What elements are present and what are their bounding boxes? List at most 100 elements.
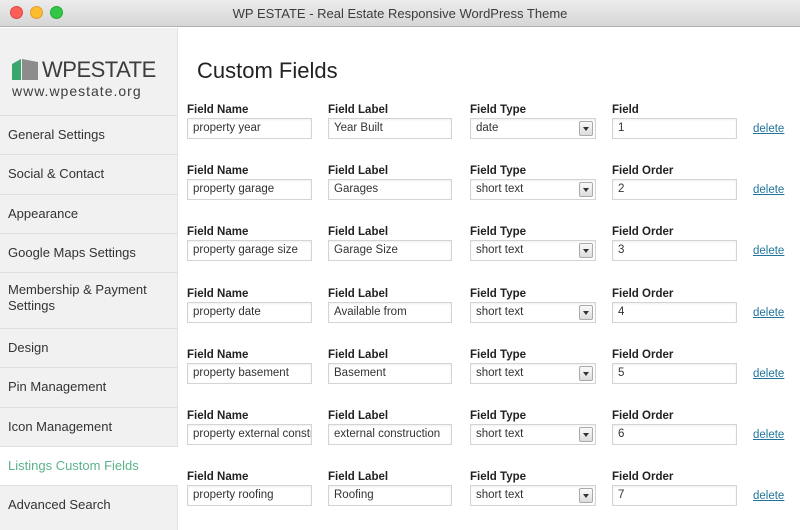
field-label-label: Field Label xyxy=(328,471,389,483)
field-type-value: date xyxy=(476,122,499,134)
delete-link[interactable]: delete xyxy=(753,490,784,502)
field-order-input[interactable]: 1 xyxy=(612,118,737,139)
sidebar-item-general-settings[interactable]: General Settings xyxy=(0,115,178,154)
field-order-input[interactable]: 5 xyxy=(612,363,737,384)
sidebar-item-listings-custom-fields[interactable]: Listings Custom Fields xyxy=(0,446,178,486)
field-order-label: Field xyxy=(612,104,639,116)
field-name-label: Field Name xyxy=(187,410,249,422)
logo: WPESTATE www.wpestate.org xyxy=(12,56,172,106)
sidebar-item-design[interactable]: Design xyxy=(0,328,178,367)
field-order-input[interactable]: 4 xyxy=(612,302,737,323)
sidebar-item-social-contact[interactable]: Social & Contact xyxy=(0,154,178,193)
field-name-input[interactable]: property external constr xyxy=(187,424,312,445)
field-type-value: short text xyxy=(476,306,524,318)
field-type-value: short text xyxy=(476,367,524,379)
field-label-label: Field Label xyxy=(328,288,389,300)
logo-icon xyxy=(12,59,38,80)
field-order-input[interactable]: 3 xyxy=(612,240,737,261)
field-type-label: Field Type xyxy=(470,104,527,116)
field-name-input[interactable]: property year xyxy=(187,118,312,139)
field-order-input[interactable]: 7 xyxy=(612,485,737,506)
field-name-input[interactable]: property roofing xyxy=(187,485,312,506)
field-type-value: short text xyxy=(476,489,524,501)
sidebar-item-advanced-search[interactable]: Advanced Search xyxy=(0,485,178,524)
field-label-input[interactable]: Basement xyxy=(328,363,452,384)
field-name-input[interactable]: property basement xyxy=(187,363,312,384)
sidebar-item-appearance[interactable]: Appearance xyxy=(0,193,178,233)
field-order-input[interactable]: 6 xyxy=(612,424,737,445)
main-content: Custom Fields Field Name Field Label Fie… xyxy=(179,28,800,530)
field-label-input[interactable]: Garage Size xyxy=(328,240,452,261)
field-type-value: short text xyxy=(476,183,524,195)
field-type-value: short text xyxy=(476,244,524,256)
field-row: Field Name Field Label Field Type Field … xyxy=(187,226,797,278)
field-order-label: Field Order xyxy=(612,471,674,483)
field-name-input[interactable]: property garage size xyxy=(187,240,312,261)
field-type-select[interactable]: short text xyxy=(470,240,596,261)
field-type-label: Field Type xyxy=(470,288,527,300)
delete-link[interactable]: delete xyxy=(753,368,784,380)
field-label-input[interactable]: Year Built xyxy=(328,118,452,139)
field-type-select[interactable]: short text xyxy=(470,179,596,200)
field-row: Field Name Field Label Field Type Field … xyxy=(187,471,797,523)
field-row: Field Name Field Label Field Type Field … xyxy=(187,288,797,340)
field-type-select[interactable]: short text xyxy=(470,485,596,506)
field-name-label: Field Name xyxy=(187,288,249,300)
sidebar-item-pin-management[interactable]: Pin Management xyxy=(0,367,178,406)
field-name-label: Field Name xyxy=(187,226,249,238)
field-row: Field Name Field Label Field Type Field … xyxy=(187,410,797,462)
field-name-label: Field Name xyxy=(187,471,249,483)
field-name-input[interactable]: property date xyxy=(187,302,312,323)
logo-url: www.wpestate.org xyxy=(12,83,142,99)
field-order-label: Field Order xyxy=(612,165,674,177)
chevron-down-icon[interactable] xyxy=(579,427,593,442)
sidebar-item-icon-management[interactable]: Icon Management xyxy=(0,406,178,446)
delete-link[interactable]: delete xyxy=(753,123,784,135)
sidebar-item-google-maps-settings[interactable]: Google Maps Settings xyxy=(0,232,178,272)
field-order-label: Field Order xyxy=(612,410,674,422)
field-type-label: Field Type xyxy=(470,349,527,361)
field-row: Field Name Field Label Field Type Field … xyxy=(187,165,797,217)
field-name-label: Field Name xyxy=(187,104,249,116)
field-type-value: short text xyxy=(476,428,524,440)
logo-text: WPESTATE xyxy=(42,57,156,82)
window-titlebar: WP ESTATE - Real Estate Responsive WordP… xyxy=(0,0,800,27)
chevron-down-icon[interactable] xyxy=(579,366,593,381)
chevron-down-icon[interactable] xyxy=(579,243,593,258)
field-label-label: Field Label xyxy=(328,226,389,238)
field-order-input[interactable]: 2 xyxy=(612,179,737,200)
field-type-label: Field Type xyxy=(470,165,527,177)
field-type-select[interactable]: short text xyxy=(470,424,596,445)
field-label-label: Field Label xyxy=(328,104,389,116)
field-order-label: Field Order xyxy=(612,349,674,361)
delete-link[interactable]: delete xyxy=(753,184,784,196)
field-label-label: Field Label xyxy=(328,410,389,422)
field-label-label: Field Label xyxy=(328,349,389,361)
field-type-label: Field Type xyxy=(470,410,527,422)
delete-link[interactable]: delete xyxy=(753,429,784,441)
chevron-down-icon[interactable] xyxy=(579,305,593,320)
chevron-down-icon[interactable] xyxy=(579,121,593,136)
field-name-label: Field Name xyxy=(187,165,249,177)
field-label-input[interactable]: external construction xyxy=(328,424,452,445)
field-row: Field Name Field Label Field Type Field … xyxy=(187,104,797,156)
delete-link[interactable]: delete xyxy=(753,245,784,257)
field-label-input[interactable]: Roofing xyxy=(328,485,452,506)
field-type-select[interactable]: short text xyxy=(470,302,596,323)
field-type-select[interactable]: date xyxy=(470,118,596,139)
window-title: WP ESTATE - Real Estate Responsive WordP… xyxy=(232,6,568,21)
field-label-input[interactable]: Available from xyxy=(328,302,452,323)
field-type-select[interactable]: short text xyxy=(470,363,596,384)
sidebar-item-membership-payment[interactable]: Membership & Payment Settings xyxy=(0,272,178,328)
field-label-input[interactable]: Garages xyxy=(328,179,452,200)
field-name-input[interactable]: property garage xyxy=(187,179,312,200)
chevron-down-icon[interactable] xyxy=(579,182,593,197)
sidebar: WPESTATE www.wpestate.org General Settin… xyxy=(0,28,178,530)
field-order-label: Field Order xyxy=(612,226,674,238)
delete-link[interactable]: delete xyxy=(753,307,784,319)
field-row: Field Name Field Label Field Type Field … xyxy=(187,349,797,401)
field-name-label: Field Name xyxy=(187,349,249,361)
page-title: Custom Fields xyxy=(197,58,338,83)
chevron-down-icon[interactable] xyxy=(579,488,593,503)
field-type-label: Field Type xyxy=(470,226,527,238)
